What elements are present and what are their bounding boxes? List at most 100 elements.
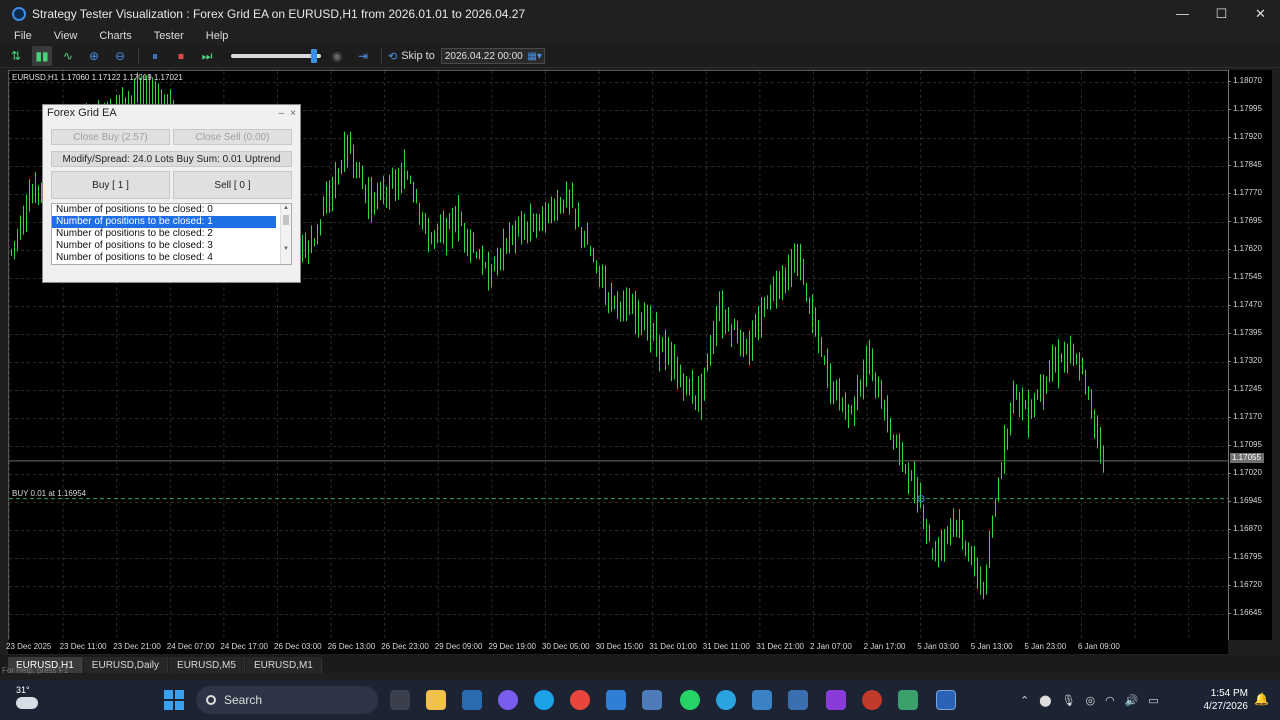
weather-widget[interactable]: 31° [16,685,38,709]
time-tick-label: 5 Jan 23:00 [1024,642,1067,651]
skip-to-date-input[interactable]: 2026.04.22 00:00 ▦▾ [440,48,545,64]
line-chart-icon[interactable]: ∿ [58,46,78,66]
chrome-icon[interactable] [570,690,590,710]
step-icon[interactable]: ⏭ [197,46,217,66]
scroll-thumb[interactable] [283,215,289,225]
price-tick-label: 1.17620 [1228,244,1262,253]
zoom-in-icon[interactable]: ⊕ [84,46,104,66]
price-tick-label: 1.17470 [1228,300,1262,309]
zoom-out-icon[interactable]: ⊖ [110,46,130,66]
skip-icon: ⟲ [388,50,398,63]
sell-button[interactable]: Sell [ 0 ] [173,171,292,199]
antivirus-icon[interactable]: ⬤ [1039,694,1051,707]
metatrader-icon[interactable] [898,690,918,710]
price-tick-label: 1.17845 [1228,160,1262,169]
chevron-up-icon[interactable]: ⌃ [1020,694,1029,707]
search-icon [206,695,216,705]
ea-close-button[interactable]: × [290,108,296,119]
time-tick-label: 31 Dec 11:00 [702,642,750,651]
price-tick-label: 1.17395 [1228,328,1262,337]
time-tick-label: 31 Dec 01:00 [649,642,697,651]
wifi-icon[interactable]: ◠ [1105,694,1115,707]
battery-icon[interactable]: ▭ [1148,694,1158,707]
speed-slider[interactable] [231,49,321,63]
menu-charts[interactable]: Charts [85,30,139,42]
next-icon[interactable]: ⇥ [353,46,373,66]
snipping-tool-icon[interactable] [462,690,482,710]
list-item-selected[interactable]: Number of positions to be closed: 1 [52,216,276,228]
list-item[interactable]: Number of positions to be closed: 4 [52,252,276,264]
copilot-icon[interactable] [498,690,518,710]
close-sell-button[interactable]: Close Sell (0.00) [173,129,292,145]
price-tick-label: 1.16870 [1228,524,1262,533]
positions-listbox[interactable]: Number of positions to be closed: 0 Numb… [51,203,292,265]
time-axis: 23 Dec 2025 23 Dec 11:00 23 Dec 21:00 24 De… [6,640,1228,654]
list-item[interactable]: Number of positions to be closed: 2 [52,228,276,240]
ea-panel-title: Forex Grid EA [47,107,117,119]
skip-to-date-value: 2026.04.22 00:00 [444,50,523,62]
tab-eurusd-daily[interactable]: EURUSD,Daily [83,657,169,673]
recorder-icon[interactable] [862,690,882,710]
close-button[interactable]: ✕ [1241,6,1280,22]
price-tick-label: 1.17170 [1228,412,1262,421]
calendar-dropdown-icon[interactable]: ▦▾ [527,51,543,62]
scroll-down-icon[interactable]: ▼ [281,245,291,254]
task-view-icon[interactable] [390,690,410,710]
price-tick-label: 1.18070 [1228,76,1262,85]
system-tray: ⌃ ⬤ 🎙 ◎ ◠ 🔊 ▭ [1020,690,1159,710]
tab-eurusd-m5[interactable]: EURUSD,M5 [169,657,245,673]
time-tick-label: 5 Jan 13:00 [970,642,1013,651]
toolbar-divider [381,48,382,64]
skip-to-label: Skip to [401,50,435,62]
minimize-button[interactable]: — [1163,6,1202,21]
taskbar-search[interactable]: Search [196,686,378,714]
store-icon[interactable] [606,690,626,710]
skip-to-button[interactable]: ⟲ Skip to [388,50,435,63]
edge-icon[interactable] [534,690,554,710]
notepad-icon[interactable] [752,690,772,710]
price-tick-label: 1.16795 [1228,552,1262,561]
list-item[interactable]: Number of positions to be closed: 3 [52,240,276,252]
strategy-tester-icon[interactable] [936,690,956,710]
stop-icon[interactable]: ⏹ [171,46,191,66]
file-explorer-icon[interactable] [426,690,446,710]
buy-button[interactable]: Buy [ 1 ] [51,171,170,199]
ea-minimize-button[interactable]: – [279,108,285,119]
step-back-icon[interactable]: ◉ [327,46,347,66]
menu-bar: File View Charts Tester Help [0,27,1280,45]
menu-help[interactable]: Help [192,30,237,42]
toolbar-divider [138,48,139,64]
candlestick-icon[interactable]: ▮▮ [32,46,52,66]
chart-mode-icon[interactable]: ⇅ [6,46,26,66]
menu-tester[interactable]: Tester [140,30,192,42]
volume-icon[interactable]: 🔊 [1125,694,1139,707]
menu-view[interactable]: View [40,30,86,42]
price-tick-label: 1.17995 [1228,104,1262,113]
terminal-icon[interactable] [788,690,808,710]
pause-icon[interactable]: ⏸ [145,46,165,66]
time-tick-label: 30 Dec 15:00 [595,642,644,651]
calculator-icon[interactable] [642,690,662,710]
whatsapp-icon[interactable] [680,690,700,710]
ea-panel-header[interactable]: Forex Grid EA – × [43,105,300,121]
location-icon[interactable]: ◎ [1086,694,1096,707]
close-buy-button[interactable]: Close Buy (2.57) [51,129,170,145]
list-item[interactable]: Number of positions to be closed: 0 [52,204,276,216]
maximize-button[interactable]: ☐ [1202,6,1241,22]
time-tick-label: 2 Jan 17:00 [863,642,906,651]
start-button[interactable] [164,690,184,710]
listbox-scrollbar[interactable]: ▲ ▼ [280,204,291,264]
speed-slider-thumb[interactable] [310,49,317,63]
ea-info-label: Modify/Spread: 24.0 Lots Buy Sum: 0.01 U… [51,151,292,167]
price-tick-label: 1.17245 [1228,384,1262,393]
telegram-icon[interactable] [716,690,736,710]
taskbar-search-label: Search [224,693,263,707]
tab-eurusd-m1[interactable]: EURUSD,M1 [245,657,322,673]
taskbar-clock[interactable]: 1:54 PM 4/27/2026 [1196,687,1249,713]
microphone-icon[interactable]: 🎙 [1062,694,1076,707]
menu-file[interactable]: File [0,30,40,42]
taskbar: 31° Search ⌃ ⬤ 🎙 ◎ ◠ 🔊 ▭ 1:54 PM 4/27/20… [0,680,1280,720]
scroll-up-icon[interactable]: ▲ [281,204,291,213]
clipchamp-icon[interactable] [826,690,846,710]
notification-bell-icon[interactable]: 🔔 [1254,692,1269,706]
